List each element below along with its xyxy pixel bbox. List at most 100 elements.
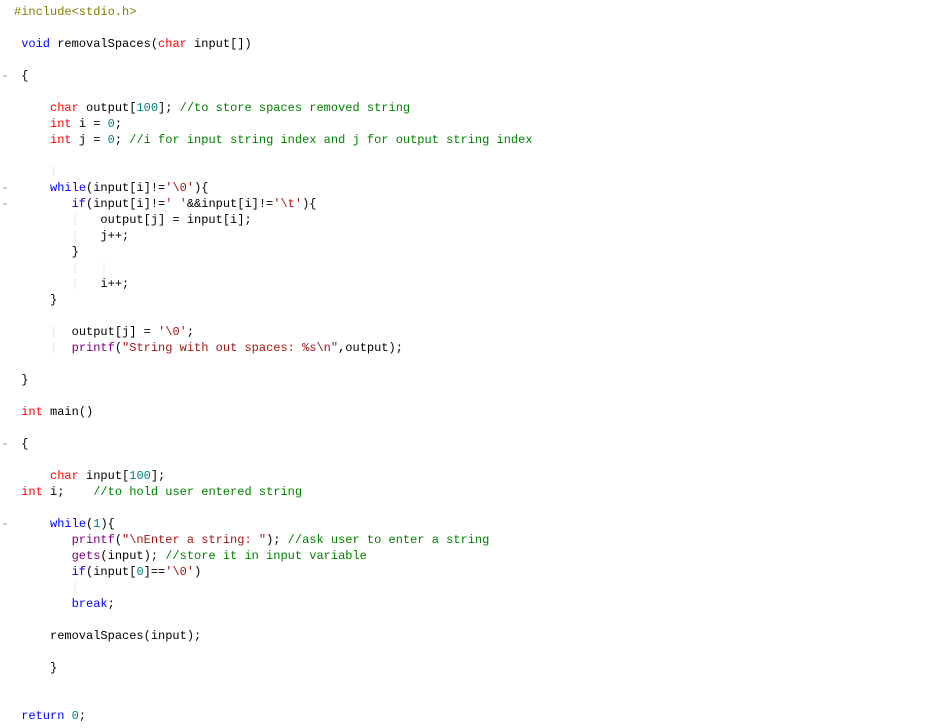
code-line-content: break;	[10, 596, 935, 612]
code-line: | i++;	[0, 276, 935, 292]
fold-gutter	[0, 260, 10, 276]
fold-gutter	[0, 708, 10, 724]
code-line: removalSpaces(input);	[0, 628, 935, 644]
fold-gutter[interactable]: -	[0, 196, 10, 212]
code-line	[0, 420, 935, 436]
fold-gutter	[0, 20, 10, 36]
fold-gutter	[0, 612, 10, 628]
code-line-content: if(input[i]!=' '&&input[i]!='\t'){	[10, 196, 935, 212]
code-line-content: | |	[10, 260, 935, 276]
code-line-content	[10, 84, 935, 100]
code-line: int main()	[0, 404, 935, 420]
code-line-content: | output[j] = input[i];	[10, 212, 935, 228]
fold-gutter	[0, 484, 10, 500]
fold-gutter[interactable]: -	[0, 180, 10, 196]
code-line: int i = 0;	[0, 116, 935, 132]
fold-gutter	[0, 468, 10, 484]
code-line-content: | printf("String with out spaces: %s\n",…	[10, 340, 935, 356]
fold-gutter	[0, 100, 10, 116]
code-line-content	[10, 148, 935, 164]
code-line: }	[0, 372, 935, 388]
code-line-content: if(input[0]=='\0')	[10, 564, 935, 580]
code-line	[0, 20, 935, 36]
fold-gutter	[0, 212, 10, 228]
code-line: | j++;	[0, 228, 935, 244]
code-line	[0, 452, 935, 468]
code-line-content: int i; //to hold user entered string	[10, 484, 935, 500]
code-line-content	[10, 644, 935, 660]
code-line	[0, 148, 935, 164]
fold-gutter	[0, 644, 10, 660]
code-line-content: char output[100]; //to store spaces remo…	[10, 100, 935, 116]
fold-gutter	[0, 596, 10, 612]
fold-gutter	[0, 676, 10, 692]
code-line: - if(input[i]!=' '&&input[i]!='\t'){	[0, 196, 935, 212]
fold-gutter	[0, 324, 10, 340]
code-line: |	[0, 164, 935, 180]
fold-gutter	[0, 4, 10, 20]
code-line-content	[10, 420, 935, 436]
fold-gutter	[0, 660, 10, 676]
code-line: |	[0, 580, 935, 596]
code-line-content	[10, 308, 935, 324]
code-line: int i; //to hold user entered string	[0, 484, 935, 500]
code-line-content: while(1){	[10, 516, 935, 532]
code-line-content: }	[10, 660, 935, 676]
code-line: }	[0, 244, 935, 260]
code-line-content	[10, 612, 935, 628]
code-line-content	[10, 500, 935, 516]
code-line: char input[100];	[0, 468, 935, 484]
fold-gutter	[0, 132, 10, 148]
code-line	[0, 612, 935, 628]
fold-gutter[interactable]: -	[0, 436, 10, 452]
code-line	[0, 676, 935, 692]
code-line	[0, 308, 935, 324]
code-line-content: }	[10, 292, 935, 308]
fold-gutter	[0, 548, 10, 564]
fold-gutter	[0, 164, 10, 180]
fold-gutter	[0, 692, 10, 708]
fold-gutter[interactable]: -	[0, 68, 10, 84]
code-line: printf("\nEnter a string: "); //ask user…	[0, 532, 935, 548]
fold-gutter	[0, 356, 10, 372]
code-line: - {	[0, 68, 935, 84]
code-line: char output[100]; //to store spaces remo…	[0, 100, 935, 116]
fold-gutter	[0, 276, 10, 292]
code-line-content: while(input[i]!='\0'){	[10, 180, 935, 196]
code-line: int j = 0; //i for input string index an…	[0, 132, 935, 148]
code-editor: #include<stdio.h> void removalSpaces(cha…	[0, 4, 935, 724]
code-line	[0, 356, 935, 372]
fold-gutter	[0, 420, 10, 436]
code-line: | printf("String with out spaces: %s\n",…	[0, 340, 935, 356]
fold-gutter	[0, 116, 10, 132]
fold-gutter	[0, 388, 10, 404]
code-line-content: |	[10, 580, 935, 596]
code-line-content: return 0;	[10, 708, 935, 724]
code-line-content: {	[10, 68, 935, 84]
code-line	[0, 84, 935, 100]
code-line-content: |	[10, 164, 935, 180]
code-line: #include<stdio.h>	[0, 4, 935, 20]
code-line-content: int j = 0; //i for input string index an…	[10, 132, 935, 148]
code-line: }	[0, 292, 935, 308]
fold-gutter	[0, 564, 10, 580]
code-line: - while(1){	[0, 516, 935, 532]
fold-gutter	[0, 292, 10, 308]
code-line: break;	[0, 596, 935, 612]
fold-gutter	[0, 372, 10, 388]
fold-gutter	[0, 404, 10, 420]
fold-gutter	[0, 340, 10, 356]
fold-gutter[interactable]: -	[0, 516, 10, 532]
code-line-content	[10, 388, 935, 404]
fold-gutter	[0, 52, 10, 68]
code-line-content: gets(input); //store it in input variabl…	[10, 548, 935, 564]
code-line-content	[10, 676, 935, 692]
code-line	[0, 388, 935, 404]
code-line: void removalSpaces(char input[])	[0, 36, 935, 52]
code-line-content: #include<stdio.h>	[10, 4, 935, 20]
fold-gutter	[0, 532, 10, 548]
code-line: - {	[0, 436, 935, 452]
code-line: | output[j] = '\0';	[0, 324, 935, 340]
code-line	[0, 644, 935, 660]
fold-gutter	[0, 500, 10, 516]
